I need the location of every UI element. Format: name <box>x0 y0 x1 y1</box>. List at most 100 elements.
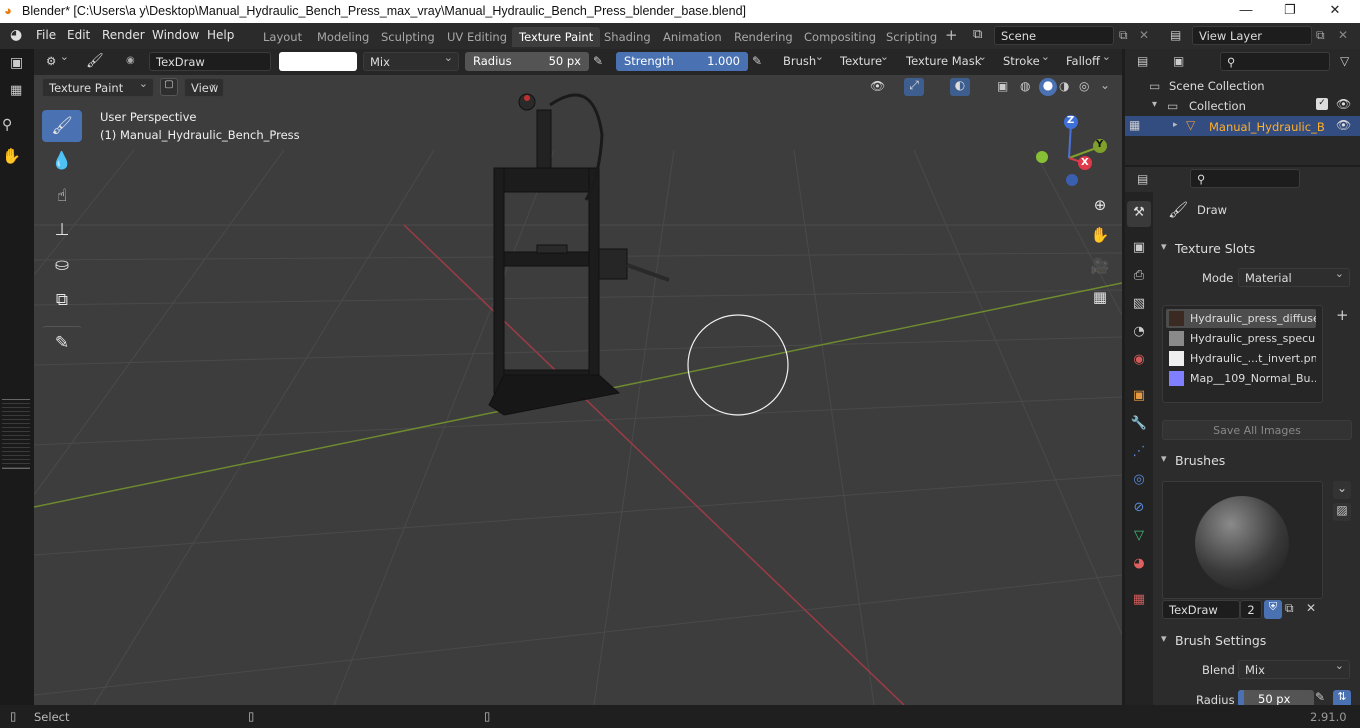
tab-animation[interactable]: Animation <box>656 27 729 47</box>
world-icon[interactable]: ◉ <box>1129 352 1149 372</box>
render-icon[interactable]: ▣ <box>1129 240 1149 260</box>
strength-slider[interactable]: Strength 1.000 <box>616 52 748 71</box>
view-layer-field[interactable]: View Layer <box>1192 26 1312 45</box>
shading-options-icon[interactable]: ⌄ <box>1100 78 1110 92</box>
checker-icon[interactable]: ▦ <box>10 83 22 98</box>
menu-file[interactable]: File <box>36 28 56 42</box>
maximize-button[interactable]: ❐ <box>1280 2 1300 20</box>
particles-icon[interactable]: ⋰ <box>1129 444 1149 464</box>
constraints-icon[interactable]: ⊘ <box>1129 500 1149 520</box>
clone-tool[interactable]: ⊥ <box>42 214 82 246</box>
texture-slot-normal[interactable]: Map__109_Normal_Bu... <box>1166 369 1316 388</box>
duplicate-brush-icon[interactable]: ⧉ <box>1285 601 1294 616</box>
texture-icon[interactable]: ▦ <box>1129 592 1149 612</box>
delete-view-layer-icon[interactable]: ✕ <box>1338 28 1348 42</box>
brush-settings-panel-header[interactable]: Brush Settings <box>1155 630 1360 652</box>
annotate-tool[interactable]: ✎ <box>42 326 82 358</box>
save-all-images-button[interactable]: Save All Images <box>1162 420 1352 440</box>
blender-menu-icon[interactable]: ◕ <box>10 27 22 43</box>
scene-icon[interactable]: ⧉ <box>973 27 982 42</box>
draw-tool[interactable]: 🖌 <box>42 110 82 142</box>
brush-preview[interactable] <box>1162 481 1323 599</box>
brush-blend-dropdown[interactable]: Mix <box>1238 659 1350 679</box>
tab-sculpting[interactable]: Sculpting <box>374 27 442 47</box>
properties-search[interactable]: ⚲ <box>1190 169 1300 188</box>
texture-slot-specular[interactable]: Hydraulic_press_specul... <box>1166 329 1316 348</box>
slot-mode-dropdown[interactable]: Material <box>1238 267 1350 287</box>
menu-render[interactable]: Render <box>102 28 145 42</box>
soften-tool[interactable]: 💧 <box>42 145 82 177</box>
modifier-icon[interactable]: 🔧 <box>1129 416 1149 436</box>
brush-icon[interactable]: 🖌 <box>86 53 104 69</box>
texture-mask-dropdown[interactable]: Texture Mask <box>900 50 992 71</box>
minimize-button[interactable]: — <box>1236 2 1256 20</box>
collection-label[interactable]: Collection <box>1189 99 1246 113</box>
collection-checkbox[interactable]: ✓ <box>1316 98 1328 110</box>
close-window-button[interactable]: ✕ <box>1325 2 1345 20</box>
mode-dropdown[interactable]: Texture Paint <box>42 77 154 97</box>
radius-pressure-toggle-icon[interactable]: ✎ <box>1315 690 1325 704</box>
fill-tool[interactable]: ⛀ <box>42 249 82 281</box>
object-visibility-icon[interactable]: 👁 <box>1336 118 1351 132</box>
unlink-brush-icon[interactable]: ✕ <box>1306 601 1316 615</box>
properties-editor-icon[interactable]: ▤ <box>1137 172 1148 186</box>
brush-browse-icon[interactable]: ◉ <box>126 55 135 66</box>
brush-name-field[interactable]: TexDraw <box>149 52 271 71</box>
blend-mode-dropdown[interactable]: Mix <box>363 51 459 71</box>
mask-tool[interactable]: ⧉ <box>42 284 82 316</box>
overlay-toggle-icon[interactable]: ◐ <box>950 78 970 96</box>
object-label[interactable]: Manual_Hydraulic_B <box>1209 120 1325 134</box>
tab-uv-editing[interactable]: UV Editing <box>440 27 514 47</box>
view-layer-icon[interactable]: ▤ <box>1170 28 1181 42</box>
filter-icon[interactable]: ▽ <box>1340 54 1349 68</box>
material-icon[interactable]: ◕ <box>1129 556 1149 576</box>
radius-pressure-icon[interactable]: ✎ <box>593 54 603 68</box>
camera-view-button[interactable]: 🎥 <box>1087 254 1113 280</box>
paint-mask-toggle[interactable]: ▢ <box>160 78 178 96</box>
scene-field[interactable]: Scene <box>994 26 1114 45</box>
material-shading-icon[interactable]: ◑ <box>1059 79 1069 93</box>
object-expand-icon[interactable]: ▸ <box>1173 120 1178 130</box>
data-icon[interactable]: ▽ <box>1129 528 1149 548</box>
new-view-layer-icon[interactable]: ⧉ <box>1316 28 1325 43</box>
brush-users-count[interactable]: 2 <box>1240 600 1262 619</box>
collection-expand-icon[interactable]: ▾ <box>1152 99 1157 110</box>
outliner-search[interactable]: ⚲ <box>1220 52 1330 71</box>
stroke-dropdown[interactable]: Stroke <box>997 50 1055 71</box>
solid-shading-icon[interactable]: ● <box>1039 78 1057 96</box>
tab-shading[interactable]: Shading <box>597 27 658 47</box>
color-swatch[interactable] <box>279 52 357 71</box>
visibility-icon[interactable]: 👁 <box>870 79 885 93</box>
wireframe-shading-icon[interactable]: ◍ <box>1020 79 1030 93</box>
add-slot-icon[interactable]: + <box>1336 306 1349 324</box>
pan-view-button[interactable]: ✋ <box>1087 223 1113 249</box>
brush-dropdown[interactable]: Brush <box>777 50 829 71</box>
scene-icon[interactable]: ◔ <box>1129 324 1149 344</box>
collection-visibility-icon[interactable]: 👁 <box>1336 97 1351 111</box>
3d-viewport[interactable]: User Perspective (1) Manual_Hydraulic_Be… <box>34 75 1122 705</box>
menu-window[interactable]: Window <box>152 28 199 42</box>
tab-scripting[interactable]: Scripting <box>879 27 944 47</box>
brush-name-field[interactable]: TexDraw <box>1162 600 1240 619</box>
tab-layout[interactable]: Layout <box>256 27 309 47</box>
ortho-toggle-button[interactable]: ▦ <box>1087 285 1113 311</box>
zoom-icon[interactable]: ⚲ <box>2 117 12 133</box>
texture-slot-invert[interactable]: Hydraulic_...t_invert.png <box>1166 349 1316 368</box>
tab-modeling[interactable]: Modeling <box>310 27 376 47</box>
tool-settings-icon[interactable]: ⚙ <box>40 50 74 71</box>
tab-rendering[interactable]: Rendering <box>727 27 800 47</box>
strength-pressure-icon[interactable]: ✎ <box>752 54 762 68</box>
output-icon[interactable]: ⎙ <box>1129 268 1149 288</box>
gizmo-toggle-icon[interactable]: ⤢ <box>904 78 924 96</box>
menu-edit[interactable]: Edit <box>67 28 90 42</box>
pan-icon[interactable]: ✋ <box>2 147 21 165</box>
physics-icon[interactable]: ◎ <box>1129 472 1149 492</box>
texture-slot-diffuse[interactable]: Hydraulic_press_diffuse... <box>1166 309 1316 328</box>
outliner-editor-icon[interactable]: ▤ <box>1137 54 1148 68</box>
delete-scene-icon[interactable]: ✕ <box>1139 28 1149 42</box>
texture-slots-panel-header[interactable]: Texture Slots <box>1155 238 1360 260</box>
xray-icon[interactable]: ▣ <box>997 79 1008 93</box>
menu-help[interactable]: Help <box>207 28 234 42</box>
radius-slider[interactable]: Radius 50 px <box>465 52 589 71</box>
tab-texture-paint[interactable]: Texture Paint <box>512 27 601 47</box>
